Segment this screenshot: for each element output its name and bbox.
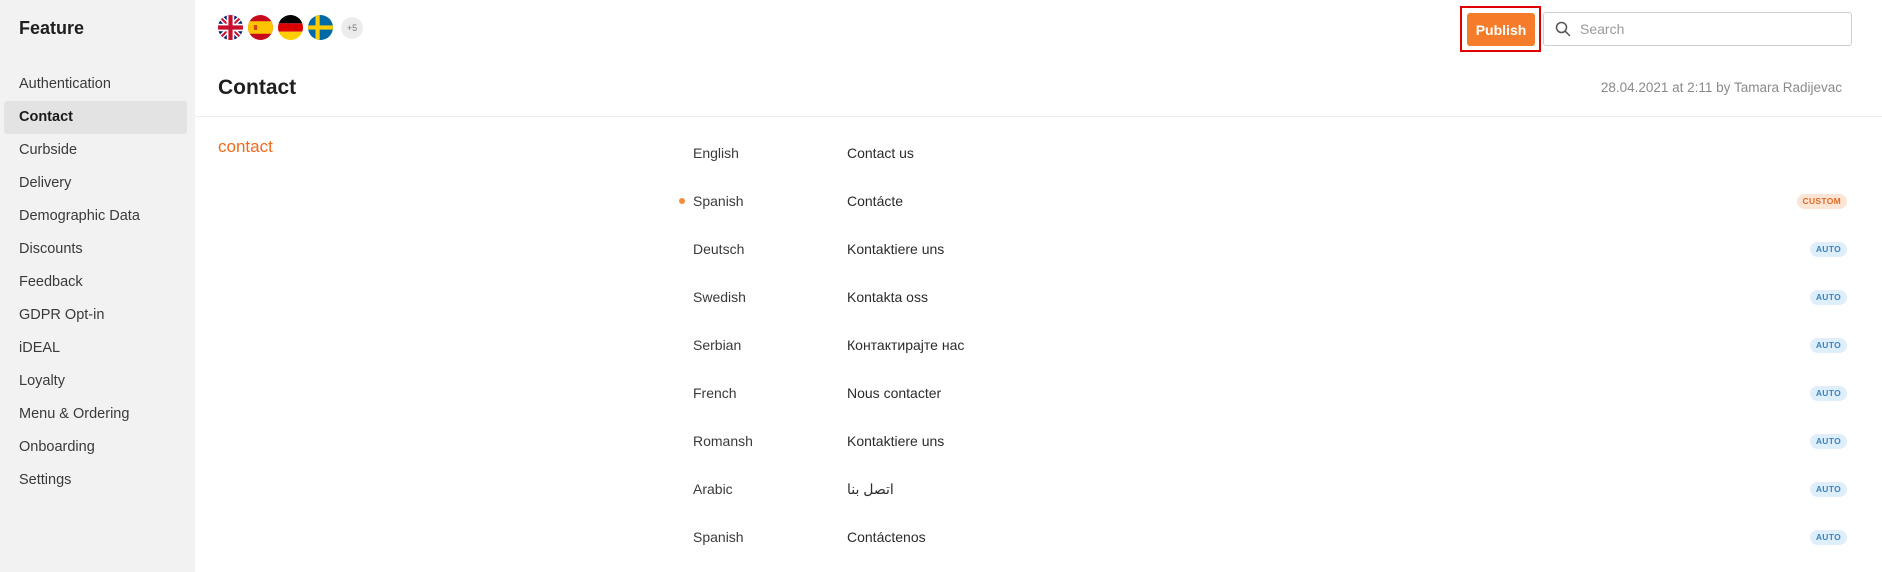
publish-button[interactable]: Publish <box>1467 13 1535 46</box>
sidebar-item-contact[interactable]: Contact <box>4 101 187 134</box>
sidebar-item-gdpr-opt-in[interactable]: GDPR Opt-in <box>4 299 187 332</box>
search-input[interactable] <box>1580 21 1840 37</box>
auto-badge: AUTO <box>1809 482 1847 497</box>
language-label: Arabic <box>693 481 733 497</box>
translation-value[interactable]: Contácte <box>847 193 903 209</box>
translation-value[interactable]: Контактирајте нас <box>847 337 964 353</box>
language-label: Serbian <box>693 337 742 353</box>
translation-row[interactable]: Deutsch Kontaktiere uns AUTO <box>195 227 1882 275</box>
sidebar-item-curbside[interactable]: Curbside <box>4 134 187 167</box>
spain-flag-icon[interactable] <box>248 15 273 40</box>
translation-row[interactable]: French Nous contacter AUTO <box>195 371 1882 419</box>
germany-flag-icon[interactable] <box>278 15 303 40</box>
sidebar-item-discounts[interactable]: Discounts <box>4 233 187 266</box>
auto-badge: AUTO <box>1809 434 1847 449</box>
auto-badge: AUTO <box>1809 530 1847 545</box>
auto-badge: AUTO <box>1809 290 1847 305</box>
translation-row[interactable]: English Contact us <box>195 131 1882 179</box>
header-divider <box>195 116 1882 117</box>
sidebar-title: Feature <box>19 18 85 38</box>
translation-value[interactable]: اتصل بنا <box>847 481 894 498</box>
translation-list: English Contact us Spanish Contácte CUST… <box>195 131 1882 563</box>
translation-value[interactable]: Kontaktiere uns <box>847 241 944 257</box>
sweden-flag-icon[interactable] <box>308 15 333 40</box>
language-label: Swedish <box>693 289 746 305</box>
more-languages-badge[interactable]: +5 <box>341 16 363 39</box>
translation-row[interactable]: Spanish Contáctenos AUTO <box>195 515 1882 563</box>
auto-badge: AUTO <box>1809 386 1847 401</box>
translation-value[interactable]: Kontakta oss <box>847 289 928 305</box>
translation-value[interactable]: Kontaktiere uns <box>847 433 944 449</box>
modified-indicator <box>679 198 685 204</box>
translation-row[interactable]: Arabic اتصل بنا AUTO <box>195 467 1882 515</box>
custom-badge: CUSTOM <box>1796 194 1847 209</box>
sidebar-item-demographic-data[interactable]: Demographic Data <box>4 200 187 233</box>
auto-badge: AUTO <box>1809 242 1847 257</box>
translation-row[interactable]: Swedish Kontakta oss AUTO <box>195 275 1882 323</box>
sidebar-item-settings[interactable]: Settings <box>4 464 187 497</box>
sidebar-item-authentication[interactable]: Authentication <box>4 68 187 101</box>
uk-flag-icon[interactable] <box>218 15 243 40</box>
language-label: Deutsch <box>693 241 745 257</box>
last-modified-info: 28.04.2021 at 2:11 by Tamara Radijevac <box>1600 80 1842 95</box>
sidebar-nav: Authentication Contact Curbside Delivery… <box>4 68 187 497</box>
main-content: +5 Publish Contact 28.04.2021 at 2:11 by… <box>195 0 1882 572</box>
sidebar-item-onboarding[interactable]: Onboarding <box>4 431 187 464</box>
sidebar-item-ideal[interactable]: iDEAL <box>4 332 187 365</box>
sidebar-item-menu-ordering[interactable]: Menu & Ordering <box>4 398 187 431</box>
language-label: English <box>693 145 739 161</box>
publish-highlight: Publish <box>1460 6 1541 52</box>
sidebar-item-feedback[interactable]: Feedback <box>4 266 187 299</box>
language-flags: +5 <box>218 15 363 40</box>
sidebar-item-delivery[interactable]: Delivery <box>4 167 187 200</box>
sidebar: Feature Authentication Contact Curbside … <box>0 0 195 572</box>
translation-row[interactable]: Romansh Kontaktiere uns AUTO <box>195 419 1882 467</box>
translation-row[interactable]: Spanish Contácte CUSTOM <box>195 179 1882 227</box>
translation-row[interactable]: Serbian Контактирајте нас AUTO <box>195 323 1882 371</box>
language-label: Romansh <box>693 433 753 449</box>
language-label: French <box>693 385 737 401</box>
language-label: Spanish <box>693 193 744 209</box>
page-title: Contact <box>218 76 297 99</box>
language-label: Spanish <box>693 529 744 545</box>
translation-value[interactable]: Contáctenos <box>847 529 926 545</box>
auto-badge: AUTO <box>1809 338 1847 353</box>
translation-value[interactable]: Nous contacter <box>847 385 941 401</box>
search-icon <box>1555 21 1571 37</box>
sidebar-item-loyalty[interactable]: Loyalty <box>4 365 187 398</box>
translation-value[interactable]: Contact us <box>847 145 914 161</box>
search-box[interactable] <box>1543 12 1852 46</box>
